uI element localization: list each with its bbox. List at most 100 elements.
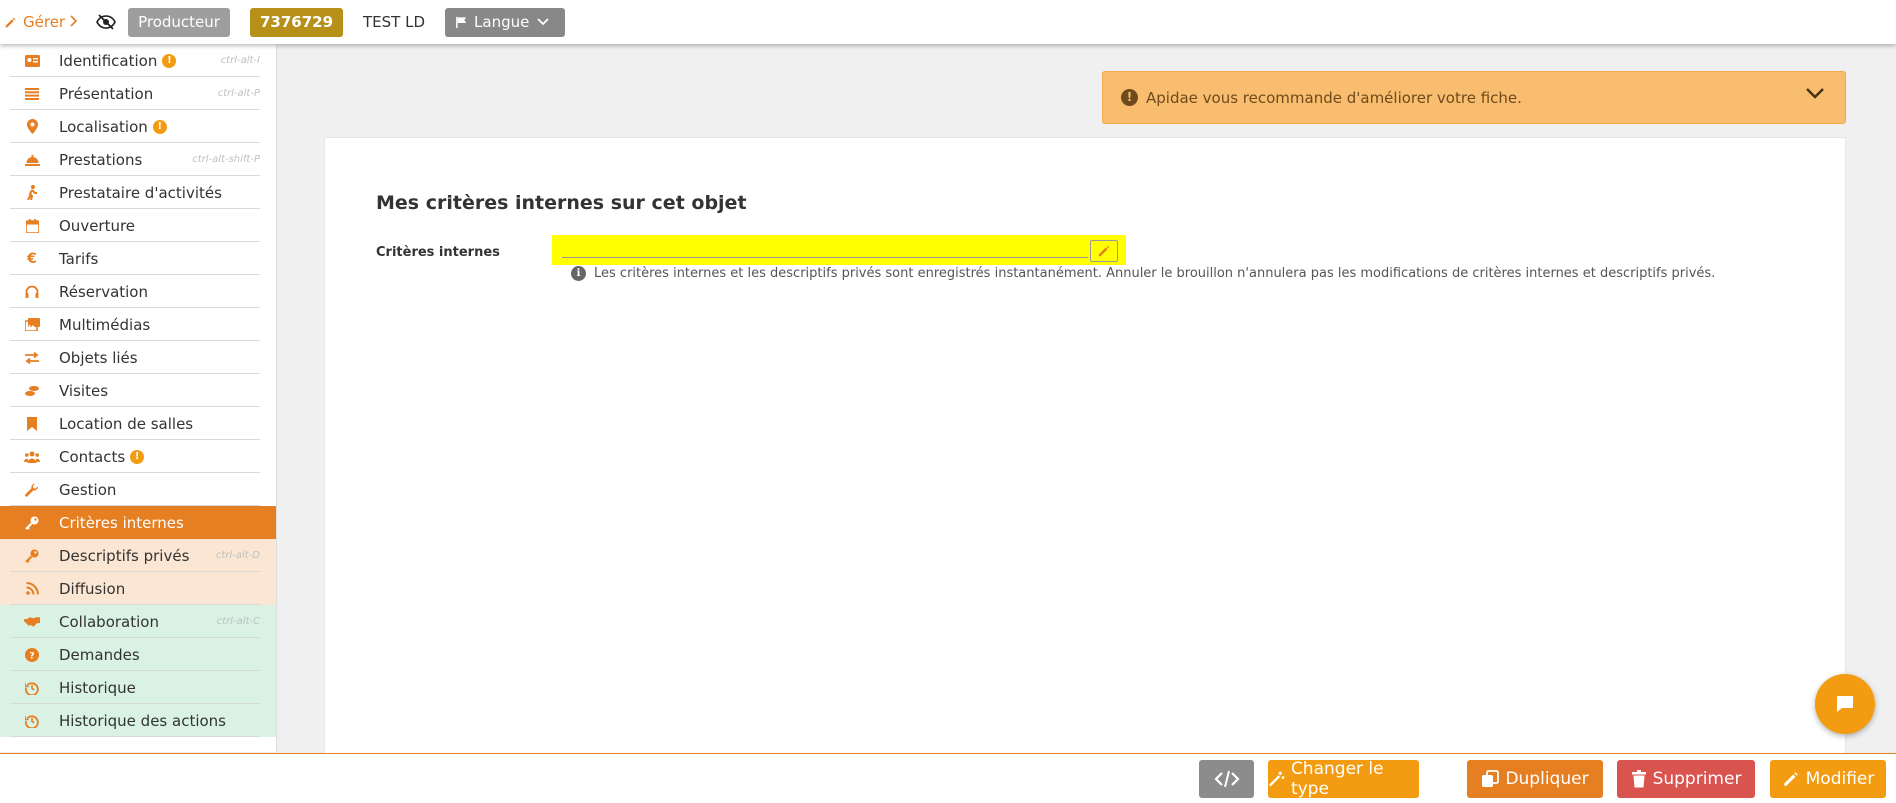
content-panel: Mes critères internes sur cet objet Crit… [324, 137, 1846, 754]
edit-button[interactable]: Modifier [1770, 760, 1886, 798]
sidebar-item-prestataire-d-activites[interactable]: Prestataire d'activités [0, 176, 276, 209]
keyboard-shortcut: ctrl-alt-C [216, 616, 260, 627]
top-bar: Gérer Producteur 7376729 TEST LD Langue [0, 0, 1896, 44]
key-icon [24, 515, 40, 531]
sidebar-item-label: Historique des actions [59, 711, 226, 730]
manage-label: Gérer [23, 13, 66, 31]
info-icon: i [571, 266, 586, 281]
code-button[interactable] [1199, 760, 1254, 798]
sidebar-item-label: Visites [59, 381, 109, 400]
sidebar-item-label: Gestion [59, 480, 117, 499]
sidebar-item-localisation[interactable]: Localisation! [0, 110, 276, 143]
code-icon [1213, 770, 1240, 788]
users-icon [24, 449, 40, 465]
hiking-icon [24, 185, 40, 201]
sidebar-item-descriptifs-prives[interactable]: Descriptifs privés ctrl-alt-D [0, 539, 276, 572]
manage-menu[interactable]: Gérer [4, 13, 92, 31]
sidebar-item-criteres-internes[interactable]: Critères internes [0, 506, 276, 539]
keyboard-shortcut: ctrl-alt-D [215, 550, 260, 561]
chevron-down-icon[interactable] [1805, 87, 1825, 105]
calendar-icon [24, 218, 40, 234]
eye-slash-icon[interactable] [96, 14, 116, 30]
sidebar-item-label: Prestataire d'activités [59, 183, 222, 202]
edit-criteria-button[interactable] [1090, 240, 1118, 262]
sidebar-item-reservation[interactable]: Réservation [0, 275, 276, 308]
headset-icon [24, 284, 40, 300]
pencil-icon [1098, 245, 1110, 257]
sidebar-item-historique-des-actions[interactable]: Historique des actions [0, 704, 276, 737]
sidebar-item-objets-lies[interactable]: Objets liés [0, 341, 276, 374]
history-icon [24, 680, 40, 696]
sidebar-item-label: Tarifs [59, 249, 99, 268]
language-dropdown[interactable]: Langue [445, 7, 566, 37]
wrench-icon [24, 482, 40, 498]
divider [10, 736, 260, 737]
sidebar-item-demandes[interactable]: ? Demandes [0, 638, 276, 671]
sidebar-item-identification[interactable]: Identification! ctrl-alt-I [0, 44, 276, 77]
sidebar-item-label: Critères internes [59, 513, 184, 532]
sidebar-item-collaboration[interactable]: Collaboration ctrl-alt-C [0, 605, 276, 638]
pencil-icon [1783, 772, 1798, 786]
bookmark-icon [24, 416, 40, 432]
sidebar-item-label: Objets liés [59, 348, 138, 367]
sidebar-item-label: Présentation [59, 84, 154, 103]
chevron-down-icon [537, 18, 549, 26]
pencil-icon [5, 17, 16, 27]
sidebar-item-prestations[interactable]: Prestations ctrl-alt-shift-P [0, 143, 276, 176]
page-title: Mes critères internes sur cet objet [376, 192, 747, 214]
sidebar-item-contacts[interactable]: Contacts! [0, 440, 276, 473]
sidebar: Identification! ctrl-alt-I Présentation ctr… [0, 44, 277, 752]
sidebar-item-historique[interactable]: Historique [0, 671, 276, 704]
sidebar-item-tarifs[interactable]: € Tarifs [0, 242, 276, 275]
sidebar-item-label: Multimédias [59, 315, 151, 334]
sidebar-item-ouverture[interactable]: Ouverture [0, 209, 276, 242]
exchange-icon [24, 350, 40, 366]
delete-button[interactable]: Supprimer [1617, 760, 1755, 798]
sidebar-item-diffusion[interactable]: Diffusion [0, 572, 276, 605]
chevron-right-icon [70, 13, 84, 31]
change-type-button[interactable]: Changer le type [1268, 759, 1419, 799]
sidebar-item-label: Réservation [59, 282, 148, 301]
sidebar-item-location-de-salles[interactable]: Location de salles [0, 407, 276, 440]
internal-criteria-field[interactable] [552, 235, 1126, 265]
sidebar-item-label: Location de salles [59, 414, 194, 433]
sidebar-item-visites[interactable]: Visites [0, 374, 276, 407]
language-label: Langue [474, 12, 530, 31]
chat-icon [1837, 696, 1853, 712]
history-icon [24, 713, 40, 729]
sidebar-item-label: Ouverture [59, 216, 136, 235]
sidebar-item-label: Contacts [59, 447, 126, 466]
duplicate-button[interactable]: Dupliquer [1467, 760, 1603, 798]
map-marker-icon [24, 119, 40, 135]
id-card-icon [24, 53, 40, 69]
object-id-badge: 7376729 [249, 7, 344, 37]
field-underline [562, 257, 1088, 258]
concierge-bell-icon [24, 152, 40, 168]
shoe-prints-icon [24, 383, 40, 399]
edit-label: Modifier [1805, 769, 1875, 789]
rss-icon [24, 581, 40, 597]
sidebar-item-multimedias[interactable]: Multimédias [0, 308, 276, 341]
keyboard-shortcut: ctrl-alt-shift-P [192, 154, 260, 165]
duplicate-label: Dupliquer [1505, 769, 1589, 789]
info-text: Les critères internes et les descriptifs… [594, 266, 1716, 281]
chat-button[interactable] [1815, 674, 1875, 734]
info-notice: i Les critères internes et les descripti… [571, 266, 1715, 281]
list-icon [24, 86, 40, 102]
internal-criteria-label: Critères internes [376, 245, 500, 260]
images-icon [24, 317, 40, 333]
sidebar-item-presentation[interactable]: Présentation ctrl-alt-P [0, 77, 276, 110]
sidebar-item-label: Identification [59, 51, 158, 70]
copy-icon [1482, 770, 1500, 787]
sidebar-item-gestion[interactable]: Gestion [0, 473, 276, 506]
sidebar-item-label: Diffusion [59, 579, 126, 598]
producer-badge[interactable]: Producteur [128, 7, 230, 37]
key-icon [24, 548, 40, 564]
alert-text: Apidae vous recommande d'améliorer votre… [1146, 88, 1522, 107]
keyboard-shortcut: ctrl-alt-P [217, 88, 260, 99]
warning-icon: ! [130, 449, 145, 464]
recommendation-alert: ! Apidae vous recommande d'améliorer vot… [1102, 71, 1846, 124]
flag-icon [456, 16, 467, 28]
sidebar-item-label: Demandes [59, 645, 140, 664]
sidebar-item-label: Historique [59, 678, 136, 697]
